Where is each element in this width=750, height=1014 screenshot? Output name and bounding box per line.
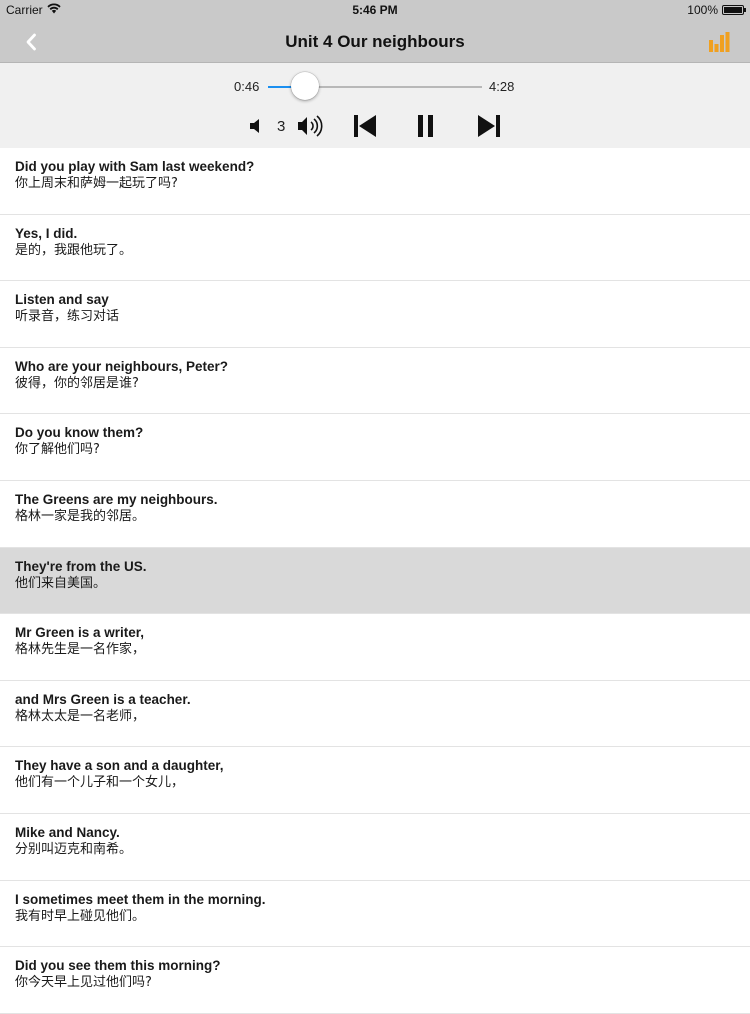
sentence-english: Did you play with Sam last weekend? [15, 159, 255, 174]
skip-next-icon [478, 115, 500, 137]
status-bar: Carrier 5:46 PM 100% [0, 0, 750, 20]
sentence-english: The Greens are my neighbours. [15, 491, 218, 507]
battery-icon [722, 5, 746, 15]
volume-down-button[interactable] [248, 117, 264, 140]
sentence-row[interactable]: Mike and Nancy. 分别叫迈克和南希。 [0, 813, 750, 881]
sentence-english: They're from the US. [15, 558, 147, 574]
battery-indicator: 100% [687, 3, 746, 17]
previous-button[interactable] [352, 114, 378, 143]
playback-controls: 3 [0, 113, 750, 141]
battery-percent: 100% [687, 3, 718, 17]
status-time: 5:46 PM [352, 3, 398, 17]
speaker-low-icon [250, 119, 259, 133]
equalizer-icon [709, 32, 730, 52]
equalizer-button[interactable] [708, 31, 732, 53]
skip-previous-icon [354, 115, 376, 137]
sentence-english: Did you see them this morning? [15, 958, 221, 974]
sentence-chinese: 格林太太是一名老师， [15, 708, 146, 724]
sentence-row[interactable]: Yes, I did. 是的，我跟他玩了。 [0, 214, 750, 282]
sentence-english: I sometimes meet them in the morning. [15, 891, 266, 907]
sentence-english: and Mrs Green is a teacher. [15, 691, 191, 707]
sentence-chinese: 彼得，你的邻居是谁? [15, 375, 139, 391]
sentence-chinese: 是的，我跟他玩了。 [15, 242, 133, 258]
sentence-row[interactable]: They have a son and a daughter, 他们有一个儿子和一… [0, 747, 750, 814]
total-time: 4:28 [489, 79, 515, 94]
sentence-chinese: 我有时早上碰见他们。 [15, 908, 146, 924]
pause-button[interactable] [416, 114, 436, 143]
speaker-high-icon [298, 115, 323, 137]
sentence-chinese: 格林先生是一名作家， [15, 642, 146, 658]
sentence-english: Mike and Nancy. [15, 824, 120, 840]
sentence-chinese: 他们有一个儿子和一个女儿， [15, 775, 185, 791]
sentence-row[interactable]: Do you know them? 你了解他们吗? [0, 414, 750, 481]
page-title: Unit 4 Our neighbours [285, 32, 465, 51]
sentence-row[interactable]: Did you see them this morning? 你今天早上见过他们吗… [0, 947, 750, 1014]
sentence-chinese: 他们来自美国。 [15, 575, 107, 591]
pause-icon [418, 115, 433, 137]
sentence-row[interactable]: Did you play with Sam last weekend? 你上周末和… [0, 148, 750, 215]
sentence-english: Yes, I did. [15, 225, 78, 241]
sentence-chinese: 听录音，练习对话 [15, 309, 120, 325]
volume-up-button[interactable] [296, 114, 326, 143]
next-button[interactable] [476, 114, 502, 143]
sentence-english: Listen and say [15, 292, 109, 308]
sentence-row[interactable]: Mr Green is a writer, 格林先生是一名作家， [0, 614, 750, 681]
sentence-chinese: 分别叫迈克和南希。 [15, 841, 133, 857]
progress-slider-thumb[interactable] [290, 72, 319, 100]
sentence-english: They have a son and a daughter, [15, 758, 224, 774]
sentence-english: Do you know them? [15, 425, 144, 441]
sentence-list: Did you play with Sam last weekend? 你上周末和… [0, 148, 750, 1014]
volume-level: 3 [277, 118, 286, 135]
sentence-english: Who are your neighbours, Peter? [15, 358, 229, 374]
sentence-english: Mr Green is a writer, [15, 625, 145, 641]
sentence-row[interactable]: Who are your neighbours, Peter? 彼得，你的邻居是谁… [0, 347, 750, 415]
sentence-row[interactable]: I sometimes meet them in the morning. 我有时… [0, 880, 750, 948]
navigation-bar: Unit 4 Our neighbours [0, 20, 750, 63]
sentence-chinese: 你今天早上见过他们吗? [15, 975, 152, 991]
audio-player: 0:46 4:28 3 [0, 63, 750, 148]
sentence-row[interactable]: Listen and say 听录音，练习对话 [0, 281, 750, 348]
sentence-chinese: 格林一家是我的邻居。 [15, 508, 146, 524]
sentence-row[interactable]: The Greens are my neighbours. 格林一家是我的邻居。 [0, 480, 750, 548]
sentence-chinese: 你上周末和萨姆一起玩了吗? [15, 176, 178, 191]
sentence-row[interactable]: and Mrs Green is a teacher. 格林太太是一名老师， [0, 680, 750, 748]
current-time: 0:46 [234, 79, 260, 94]
sentence-row[interactable]: They're from the US. 他们来自美国。 [0, 547, 750, 615]
sentence-chinese: 你了解他们吗? [15, 442, 100, 458]
